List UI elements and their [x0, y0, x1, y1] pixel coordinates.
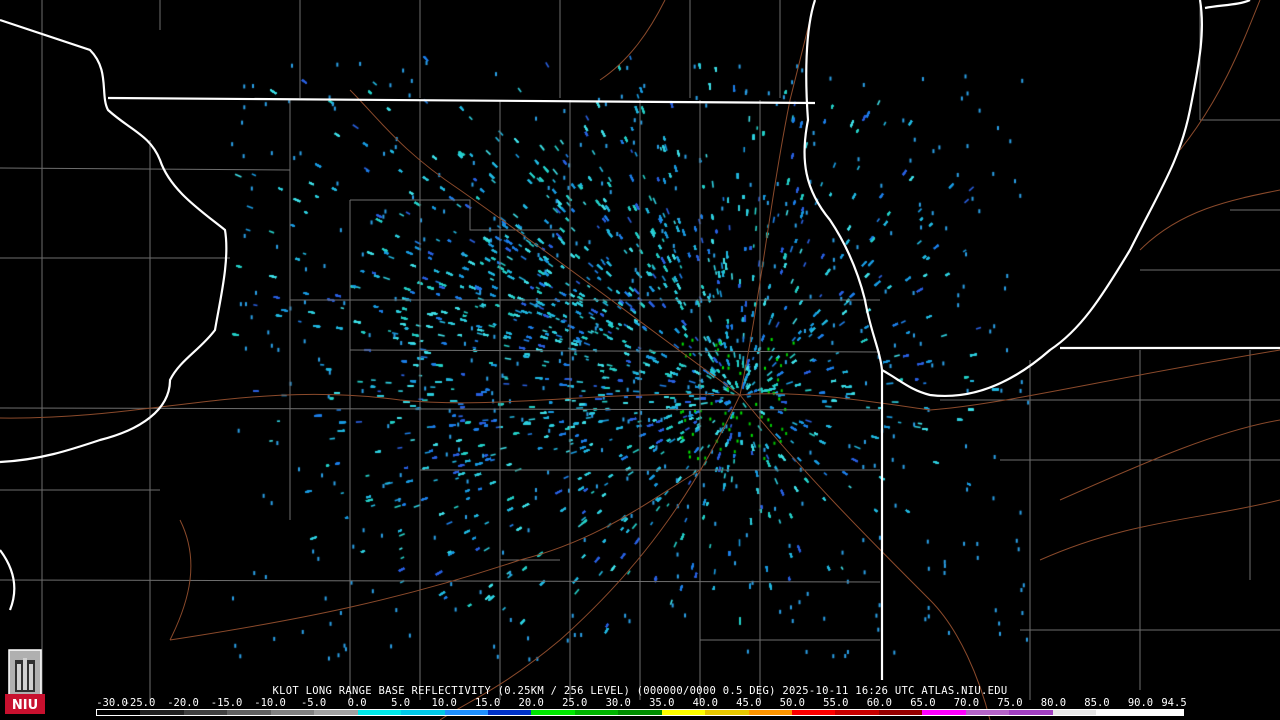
reflectivity-colorbar [96, 709, 1184, 716]
scale-label: -20.0 [167, 697, 199, 709]
colorbar-segment [835, 710, 879, 715]
colorbar-segment [965, 710, 1010, 715]
scale-label: 0.0 [347, 697, 367, 709]
scale-label: 60.0 [866, 697, 893, 709]
scale-label: 94.5 [1161, 697, 1187, 709]
colorbar-segment [227, 710, 271, 715]
colorbar-segment [183, 710, 228, 715]
colorbar-segment [444, 710, 488, 715]
scale-label: 10.0 [431, 697, 457, 709]
scale-label: -15.0 [210, 697, 243, 709]
scale-label: 5.0 [391, 697, 411, 709]
map-boundaries [0, 0, 1280, 720]
scale-label: 85.0 [1084, 697, 1110, 709]
colorbar-segment [140, 710, 184, 715]
scale-label: 15.0 [475, 697, 501, 709]
scale-labels: -30.0 -25.0 -20.0 -15.0 -10.0 -5.0 0.0 5.0 10.0 1… [96, 697, 1196, 709]
logo-text: NIU [12, 698, 38, 713]
colorbar-segment [1096, 710, 1140, 715]
colorbar-segment [792, 710, 836, 715]
colorbar-segment [922, 710, 966, 715]
colorbar-segment [487, 710, 532, 715]
scale-label: 25.0 [562, 697, 588, 709]
colorbar-segment [661, 710, 706, 715]
scale-label: 40.0 [692, 697, 718, 709]
radar-caption: KLOT LONG RANGE BASE REFLECTIVITY (0.25K… [272, 685, 1008, 697]
scale-label: 90.0 [1127, 697, 1154, 709]
colorbar-segment [618, 710, 662, 715]
colorbar-segment [1009, 710, 1053, 715]
colorbar-segment [401, 710, 445, 715]
colorbar-segment [314, 710, 358, 715]
colorbar-segment [1139, 710, 1183, 715]
niu-logo: NIU [5, 649, 45, 714]
colorbar-segment [97, 710, 141, 715]
scale-label: 30.0 [605, 697, 631, 709]
scale-label: 20.0 [518, 697, 544, 709]
county-lines [0, 0, 1280, 700]
colorbar-segment [1052, 710, 1097, 715]
colorbar-segment [270, 710, 315, 715]
scale-label: 55.0 [823, 697, 849, 709]
colorbar-segment [357, 710, 402, 715]
scale-label: 65.0 [910, 697, 936, 709]
radar-map: NIU [0, 0, 1280, 720]
scale-label: -25.0 [123, 697, 156, 709]
colorbar-segment [574, 710, 619, 715]
colorbar-segment [705, 710, 749, 715]
colorbar-segment [878, 710, 923, 715]
colorbar-segment [531, 710, 575, 715]
scale-label: -5.0 [300, 697, 327, 709]
scale-label: 70.0 [953, 697, 980, 709]
scale-label: 50.0 [779, 697, 805, 709]
colorbar-segment [748, 710, 792, 715]
scale-label: 45.0 [736, 697, 762, 709]
scale-label: 35.0 [649, 697, 675, 709]
scale-label: 80.0 [1040, 697, 1067, 709]
scale-label: 75.0 [997, 697, 1023, 709]
scale-label: -10.0 [254, 697, 286, 709]
